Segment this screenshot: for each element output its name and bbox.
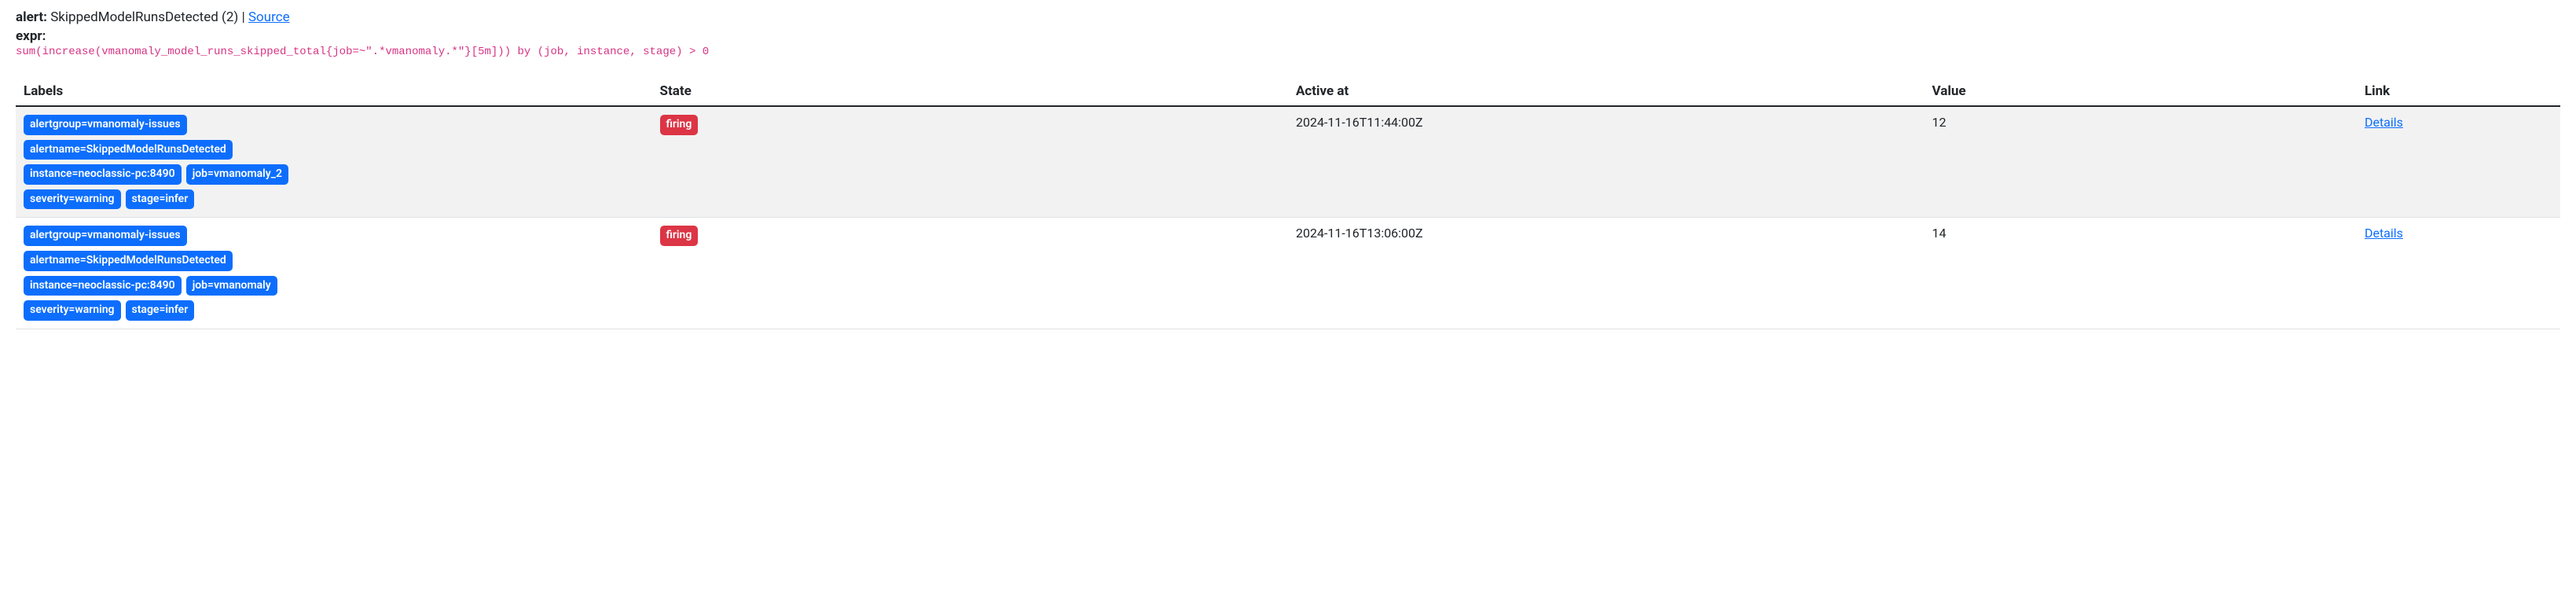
labels-cell: alertgroup=vmanomaly-issues alertname=Ski… xyxy=(16,218,652,329)
label-badge: instance=neoclassic-pc:8490 xyxy=(24,276,182,296)
label-badge: alertgroup=vmanomaly-issues xyxy=(24,115,187,135)
active-at-cell: 2024-11-16T11:44:00Z xyxy=(1288,106,1925,218)
label-badge: alertname=SkippedModelRunsDetected xyxy=(24,251,233,271)
label-badge: severity=warning xyxy=(24,189,121,210)
header-active-at: Active at xyxy=(1288,77,1925,106)
state-badge: firing xyxy=(660,226,699,246)
state-cell: firing xyxy=(652,106,1289,218)
alerts-table: Labels State Active at Value Link alertg… xyxy=(16,77,2560,329)
value-cell: 12 xyxy=(1925,106,2357,218)
expr-code: sum(increase(vmanomaly_model_runs_skippe… xyxy=(16,46,2560,58)
header-link: Link xyxy=(2357,77,2560,106)
label-badge: severity=warning xyxy=(24,300,121,321)
header-value: Value xyxy=(1925,77,2357,106)
details-link[interactable]: Details xyxy=(2365,226,2403,241)
label-badge: instance=neoclassic-pc:8490 xyxy=(24,164,182,185)
state-badge: firing xyxy=(660,115,699,135)
alert-separator: | xyxy=(242,9,245,25)
label-badge: alertname=SkippedModelRunsDetected xyxy=(24,140,233,160)
value-cell: 14 xyxy=(1925,218,2357,329)
link-cell: Details xyxy=(2357,218,2560,329)
expr-label: expr: xyxy=(16,28,2560,44)
label-badge: job=vmanomaly xyxy=(186,276,277,296)
link-cell: Details xyxy=(2357,106,2560,218)
alert-count: (2) xyxy=(222,9,238,25)
alert-name: SkippedModelRunsDetected xyxy=(50,9,218,25)
state-cell: firing xyxy=(652,218,1289,329)
alert-header: alert: SkippedModelRunsDetected (2) | So… xyxy=(16,9,2560,25)
alert-label: alert: xyxy=(16,9,47,25)
header-state: State xyxy=(652,77,1289,106)
label-badge: job=vmanomaly_2 xyxy=(186,164,288,185)
table-row: alertgroup=vmanomaly-issues alertname=Ski… xyxy=(16,218,2560,329)
label-badge: alertgroup=vmanomaly-issues xyxy=(24,226,187,246)
details-link[interactable]: Details xyxy=(2365,115,2403,130)
source-link[interactable]: Source xyxy=(248,9,290,25)
label-badge: stage=infer xyxy=(126,300,195,321)
header-labels: Labels xyxy=(16,77,652,106)
table-row: alertgroup=vmanomaly-issues alertname=Ski… xyxy=(16,106,2560,218)
labels-cell: alertgroup=vmanomaly-issues alertname=Ski… xyxy=(16,106,652,218)
active-at-cell: 2024-11-16T13:06:00Z xyxy=(1288,218,1925,329)
label-badge: stage=infer xyxy=(126,189,195,210)
